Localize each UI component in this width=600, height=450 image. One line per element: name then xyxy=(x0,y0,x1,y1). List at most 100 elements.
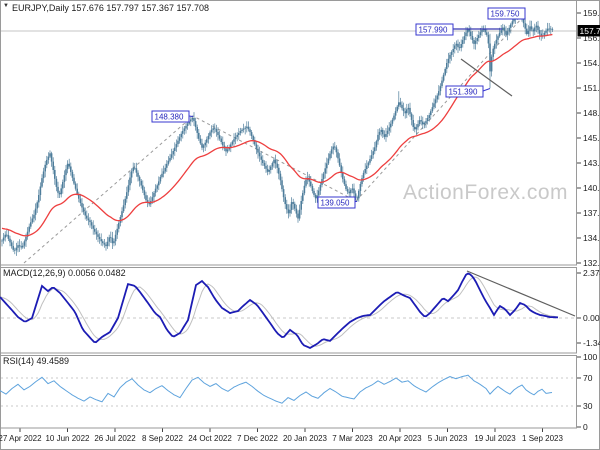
candle-body xyxy=(505,30,507,35)
candle-body xyxy=(70,166,72,172)
candle-body xyxy=(57,186,59,193)
candle-body xyxy=(87,218,90,221)
candle-body xyxy=(190,119,192,122)
candle-body xyxy=(330,149,333,154)
candle-body xyxy=(401,104,403,109)
candle-body xyxy=(170,154,173,158)
candle-body xyxy=(534,27,536,32)
candle-body xyxy=(15,247,18,251)
candle-body xyxy=(548,28,550,30)
candle-body xyxy=(332,146,334,150)
candle-body xyxy=(410,113,413,120)
candle-body xyxy=(252,136,254,140)
x-axis-label: 27 Apr 2022 xyxy=(0,434,42,443)
candle-body xyxy=(76,188,78,194)
candle-body xyxy=(28,226,30,232)
candle-body xyxy=(164,167,166,172)
candle-body xyxy=(545,30,547,33)
candle-body xyxy=(100,239,102,242)
candle-body xyxy=(538,30,541,34)
candle-body xyxy=(535,25,538,28)
candle-body xyxy=(418,120,421,125)
candle-body xyxy=(486,32,488,35)
candle-body xyxy=(38,195,40,203)
candle-body xyxy=(287,209,290,214)
candle-body xyxy=(130,171,133,178)
candle-body xyxy=(361,178,363,184)
candle-body xyxy=(279,173,282,181)
candle-body xyxy=(14,249,16,251)
candle-body xyxy=(353,188,355,194)
candle-body xyxy=(430,111,432,116)
candle-body xyxy=(292,202,294,204)
candle-body xyxy=(134,167,136,169)
candle-body xyxy=(449,54,451,59)
candle-body xyxy=(455,43,458,46)
chart-canvas[interactable]: 159.750 157.990 151.390 148.380 139.050 159.5… xyxy=(0,0,600,450)
candle-body xyxy=(258,152,261,157)
candle-body xyxy=(390,123,392,128)
candle-body xyxy=(86,215,88,219)
candle-body xyxy=(463,36,466,41)
candle-body xyxy=(121,211,123,218)
candle-body xyxy=(31,218,34,223)
price-axis-label: 145.880 xyxy=(583,133,600,143)
candle-body xyxy=(10,242,13,247)
candle-body xyxy=(73,177,75,184)
candle-body xyxy=(526,28,528,34)
candle-body xyxy=(335,147,338,153)
candle-body xyxy=(281,180,283,190)
candle-body xyxy=(434,99,437,104)
candle-body xyxy=(273,159,275,164)
symbol-header: EURJPY,Daily 157.676 157.797 157.367 157… xyxy=(12,3,209,13)
candle-body xyxy=(415,127,418,130)
candle-body xyxy=(422,121,424,125)
candle-body xyxy=(375,141,378,148)
candle-body xyxy=(383,134,386,137)
candle-body xyxy=(143,190,146,196)
candle-body xyxy=(110,237,112,239)
candle-body xyxy=(550,28,552,30)
candle-body xyxy=(250,132,253,136)
candle-body xyxy=(44,164,46,172)
candle-body xyxy=(462,40,464,44)
candle-body xyxy=(423,123,426,125)
candle-body xyxy=(36,202,38,209)
candle-body xyxy=(527,30,530,34)
macd-axis-label: -1.3486 xyxy=(583,338,600,348)
rsi-axis-label: 70 xyxy=(583,373,593,383)
candle-body xyxy=(298,209,301,219)
candle-body xyxy=(194,121,197,127)
candle-body xyxy=(404,111,406,114)
candle-body xyxy=(81,203,83,208)
candle-body xyxy=(444,68,446,75)
candle-body xyxy=(79,198,82,204)
candle-body xyxy=(490,56,493,72)
zigzag-swing-line xyxy=(23,17,523,264)
candle-body xyxy=(156,185,158,189)
candle-body xyxy=(497,36,499,40)
candle-body xyxy=(154,188,157,193)
candle-body xyxy=(207,135,210,140)
candle-body xyxy=(39,186,42,195)
candle-body xyxy=(487,34,490,44)
candle-body xyxy=(17,245,19,248)
candle-body xyxy=(135,168,138,173)
candle-body xyxy=(378,131,381,135)
candle-body xyxy=(396,106,398,112)
candle-body xyxy=(274,159,277,164)
candle-body xyxy=(366,165,368,169)
candle-body xyxy=(476,38,478,41)
candle-body xyxy=(348,191,350,194)
candle-body xyxy=(402,108,405,112)
candle-body xyxy=(126,192,128,199)
candle-body xyxy=(105,244,107,247)
candle-body xyxy=(454,45,456,49)
price-label: 148.380 xyxy=(155,113,184,122)
candle-body xyxy=(49,153,51,157)
candle-body xyxy=(62,182,64,189)
candle-body xyxy=(22,245,24,248)
candle-body xyxy=(481,29,483,33)
candle-body xyxy=(431,107,434,112)
candle-body xyxy=(247,126,250,130)
